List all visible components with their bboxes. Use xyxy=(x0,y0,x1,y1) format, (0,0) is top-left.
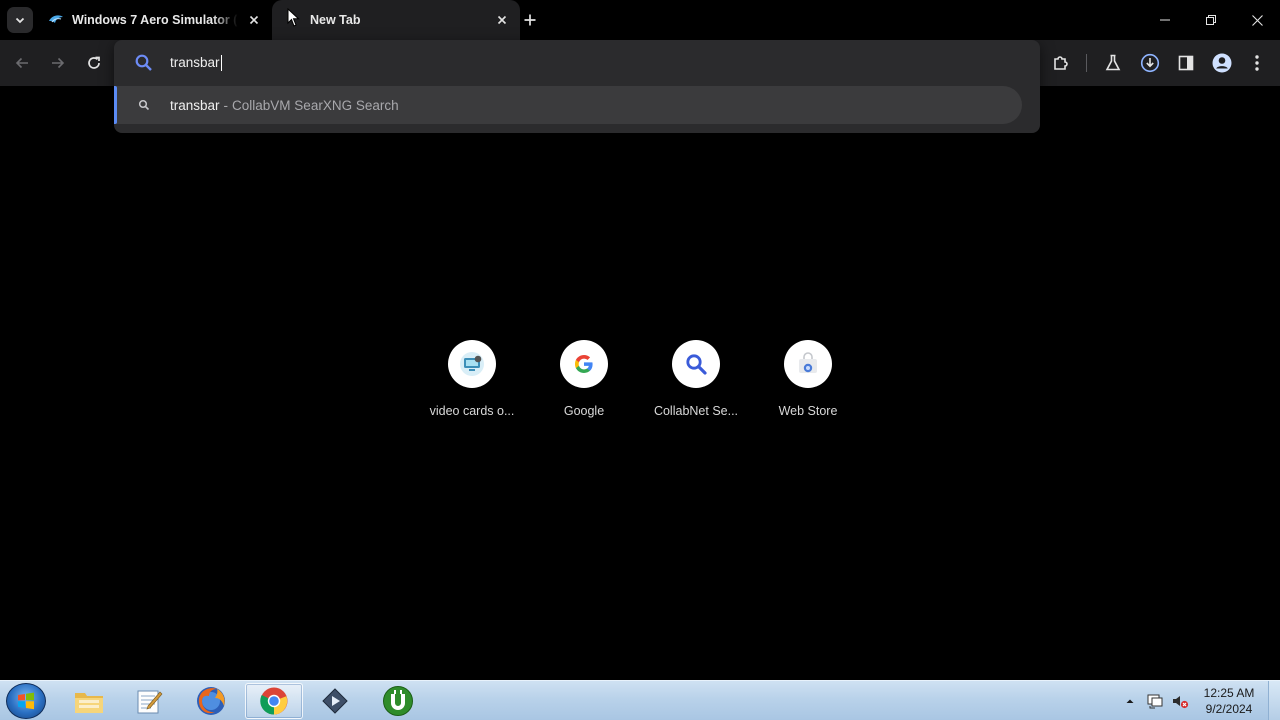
close-tab-icon[interactable] xyxy=(492,10,512,30)
web-store-icon xyxy=(799,352,817,373)
utorrent-icon xyxy=(383,686,413,716)
toolbar-divider xyxy=(1086,54,1087,72)
taskbar-firefox[interactable] xyxy=(182,683,240,719)
suggestion-separator: - xyxy=(223,97,229,113)
shortcut-label: Google xyxy=(563,404,605,418)
omnibox-input[interactable]: transbar xyxy=(170,52,222,74)
volume-muted-icon[interactable] xyxy=(1171,692,1189,710)
labs-button[interactable] xyxy=(1099,49,1127,77)
shortcut-label: Web Store xyxy=(778,404,838,418)
tab-title: Windows 7 Aero Simulator (Fo xyxy=(72,13,238,27)
tab-strip: Windows 7 Aero Simulator (Fo New Tab xyxy=(0,0,1280,40)
restore-icon xyxy=(1206,15,1216,25)
new-tab-button[interactable] xyxy=(519,9,541,31)
omnibox-text: transbar xyxy=(170,55,220,70)
restore-button[interactable] xyxy=(1197,6,1225,34)
show-hidden-icons-icon[interactable] xyxy=(1124,695,1136,707)
shortcut-tile xyxy=(784,340,832,388)
suggestion-query: transbar xyxy=(170,97,220,113)
shortcut-label: video cards o... xyxy=(429,404,515,418)
shortcut-collabnet[interactable]: CollabNet Se... xyxy=(640,340,752,430)
taskbar-chrome[interactable] xyxy=(245,683,303,719)
close-window-button[interactable] xyxy=(1243,6,1271,34)
selection-indicator xyxy=(114,86,117,124)
windows-logo-icon xyxy=(18,692,34,710)
reload-icon xyxy=(88,56,100,69)
reload-button[interactable] xyxy=(80,49,108,77)
monitor-icon xyxy=(460,352,484,376)
text-caret xyxy=(220,55,222,72)
tab-aero-simulator[interactable]: Windows 7 Aero Simulator (Fo xyxy=(40,0,272,40)
profile-button[interactable] xyxy=(1208,49,1236,77)
arrow-right-icon xyxy=(52,57,65,69)
tab-title: New Tab xyxy=(310,13,361,27)
shortcut-tile xyxy=(560,340,608,388)
menu-button[interactable] xyxy=(1243,49,1271,77)
plus-icon xyxy=(524,14,536,26)
shortcut-web-store[interactable]: Web Store xyxy=(752,340,864,430)
taskbar-media-app[interactable] xyxy=(306,683,364,719)
aero-favicon-icon xyxy=(48,12,64,28)
firefox-icon xyxy=(197,687,225,715)
omnibox-suggestion[interactable]: transbar - CollabVM SearXNG Search xyxy=(114,86,1022,124)
omnibox-dropdown: transbar transbar - CollabVM SearXNG Sea… xyxy=(114,40,1040,133)
tab-search-button[interactable] xyxy=(7,7,33,33)
clock-time: 12:25 AM xyxy=(1203,686,1255,700)
forward-button[interactable] xyxy=(44,49,72,77)
shortcut-tile xyxy=(448,340,496,388)
folder-icon xyxy=(75,693,103,713)
chrome-icon xyxy=(260,687,288,715)
shortcut-video-cards[interactable]: video cards o... xyxy=(416,340,528,430)
taskbar-explorer[interactable] xyxy=(60,683,118,719)
shortcut-label: CollabNet Se... xyxy=(653,404,739,418)
downloads-button[interactable] xyxy=(1136,49,1164,77)
shortcut-tile xyxy=(672,340,720,388)
puzzle-icon xyxy=(1054,56,1068,70)
action-center-icon[interactable] xyxy=(1146,692,1164,710)
system-clock[interactable]: 12:25 AM 9/2/2024 xyxy=(1196,685,1262,717)
google-g-icon xyxy=(575,355,593,373)
flask-icon xyxy=(1105,54,1121,71)
minimize-button[interactable] xyxy=(1151,6,1179,34)
close-tab-icon[interactable] xyxy=(244,10,264,30)
download-icon xyxy=(1140,53,1160,73)
minimize-icon xyxy=(1160,19,1170,21)
taskbar-utorrent[interactable] xyxy=(369,683,427,719)
media-icon xyxy=(322,688,348,714)
start-button[interactable] xyxy=(6,683,46,719)
side-panel-button[interactable] xyxy=(1172,49,1200,77)
windows-taskbar: 12:25 AM 9/2/2024 xyxy=(0,680,1280,720)
extensions-button[interactable] xyxy=(1047,49,1075,77)
mouse-cursor-icon xyxy=(287,8,300,27)
more-vert-icon xyxy=(1255,55,1259,71)
search-icon xyxy=(135,54,152,71)
arrow-left-icon xyxy=(15,57,28,69)
notepad-icon xyxy=(137,690,163,714)
shortcut-google[interactable]: Google xyxy=(528,340,640,430)
back-button[interactable] xyxy=(8,49,36,77)
shortcuts-grid: video cards o... Google CollabNet Se... … xyxy=(416,340,864,430)
suggestion-engine: CollabVM SearXNG Search xyxy=(232,97,399,113)
clock-date: 9/2/2024 xyxy=(1205,702,1253,716)
side-panel-icon xyxy=(1178,55,1194,71)
avatar-icon xyxy=(1212,53,1232,73)
search-icon xyxy=(137,98,151,112)
magnifier-icon xyxy=(686,354,707,375)
show-desktop-button[interactable] xyxy=(1268,681,1280,720)
chevron-down-icon xyxy=(15,17,25,24)
tab-new-tab[interactable]: New Tab xyxy=(272,0,520,40)
taskbar-notepad[interactable] xyxy=(120,683,178,719)
close-icon xyxy=(1251,14,1263,26)
